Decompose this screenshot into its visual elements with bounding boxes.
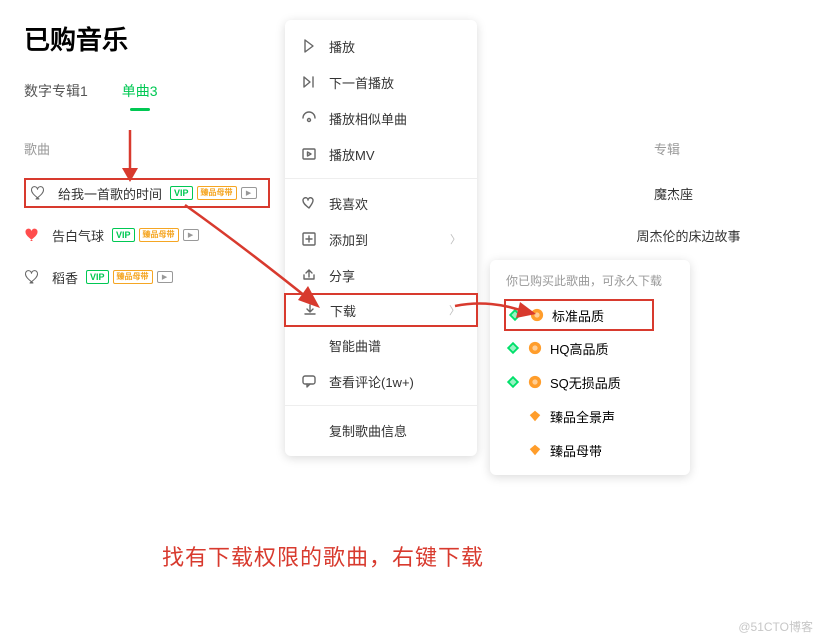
vip-badge: VIP (86, 270, 109, 284)
watermark: @51CTO博客 (738, 618, 813, 635)
tab-single[interactable]: 单曲3 (122, 81, 158, 109)
play-icon (301, 38, 317, 54)
ctx-play-similar[interactable]: 播放相似单曲 (285, 100, 477, 136)
annotation-text: 找有下载权限的歌曲，右键下载 (162, 540, 484, 572)
separator (285, 178, 477, 179)
download-submenu: 你已购买此歌曲，可永久下载 标准品质 HQ高品质 SQ无损品质 臻品全景声 臻品… (490, 260, 690, 475)
master-badge: 臻品母带 (197, 186, 237, 200)
ctx-label: 播放相似单曲 (329, 109, 407, 128)
separator (285, 405, 477, 406)
comment-icon (301, 373, 317, 389)
quality-label: SQ无损品质 (550, 373, 621, 392)
share-icon (301, 267, 317, 283)
green-diamond-icon (506, 375, 520, 389)
vip-badge: VIP (112, 228, 135, 242)
ctx-like[interactable]: 我喜欢 (285, 185, 477, 221)
col-album: 专辑 (654, 139, 799, 158)
submenu-title: 你已购买此歌曲，可永久下载 (490, 272, 690, 299)
orange-diamond-icon (528, 409, 542, 423)
quality-label: HQ高品质 (550, 339, 609, 358)
green-diamond-icon (506, 341, 520, 355)
quality-label: 标准品质 (552, 306, 604, 325)
ctx-label: 分享 (329, 266, 355, 285)
mv-icon[interactable]: ▶ (183, 229, 199, 241)
heart-outline-icon[interactable] (30, 184, 48, 202)
ctx-label: 智能曲谱 (329, 336, 381, 355)
context-menu: 播放 下一首播放 播放相似单曲 播放MV 我喜欢 添加到 〉 分享 下载 〉 智… (285, 20, 477, 456)
download-icon (302, 302, 318, 318)
radio-icon (301, 110, 317, 126)
song-title: 稻香 (52, 268, 78, 287)
ctx-label: 播放MV (329, 145, 375, 164)
mv-icon[interactable]: ▶ (157, 271, 173, 283)
ctx-label: 下载 (330, 301, 356, 320)
ctx-play[interactable]: 播放 (285, 28, 477, 64)
quality-label: 臻品全景声 (550, 407, 615, 426)
play-next-icon (301, 74, 317, 90)
album-name[interactable]: 魔杰座 (654, 184, 693, 203)
ctx-add-to[interactable]: 添加到 〉 (285, 221, 477, 257)
heart-outline-icon (301, 195, 317, 211)
mv-icon (301, 146, 317, 162)
ctx-label: 播放 (329, 37, 355, 56)
ctx-label: 添加到 (329, 230, 368, 249)
ctx-label: 下一首播放 (329, 73, 394, 92)
quality-master[interactable]: 臻品母带 (490, 433, 690, 467)
song-title: 给我一首歌的时间 (58, 184, 162, 203)
quality-standard[interactable]: 标准品质 (504, 299, 654, 331)
quality-hq[interactable]: HQ高品质 (490, 331, 690, 365)
quality-sq[interactable]: SQ无损品质 (490, 365, 690, 399)
ctx-smart-score[interactable]: 智能曲谱 (285, 327, 477, 363)
ctx-label: 复制歌曲信息 (329, 421, 407, 440)
orange-diamond-icon (528, 443, 542, 457)
master-badge: 臻品母带 (113, 270, 153, 284)
song-title: 告白气球 (52, 226, 104, 245)
orange-circle-icon (530, 308, 544, 322)
mv-icon[interactable]: ▶ (241, 187, 257, 199)
tab-digital-album[interactable]: 数字专辑1 (24, 81, 88, 109)
heart-filled-icon[interactable] (24, 226, 42, 244)
blank-icon (301, 337, 317, 353)
ctx-label: 查看评论(1w+) (329, 372, 414, 391)
quality-panorama[interactable]: 臻品全景声 (490, 399, 690, 433)
ctx-copy-info[interactable]: 复制歌曲信息 (285, 412, 477, 448)
green-diamond-icon (508, 308, 522, 322)
ctx-download[interactable]: 下载 〉 (284, 293, 478, 327)
master-badge: 臻品母带 (139, 228, 179, 242)
album-name[interactable]: 周杰伦的床边故事 (637, 226, 741, 245)
orange-circle-icon (528, 375, 542, 389)
ctx-play-next[interactable]: 下一首播放 (285, 64, 477, 100)
ctx-share[interactable]: 分享 (285, 257, 477, 293)
song-row-highlight: 给我一首歌的时间 VIP 臻品母带 ▶ (24, 178, 270, 208)
heart-outline-icon[interactable] (24, 268, 42, 286)
ctx-view-comments[interactable]: 查看评论(1w+) (285, 363, 477, 399)
blank-icon (301, 422, 317, 438)
ctx-label: 我喜欢 (329, 194, 368, 213)
orange-circle-icon (528, 341, 542, 355)
plus-box-icon (301, 231, 317, 247)
chevron-right-icon: 〉 (449, 302, 460, 318)
ctx-play-mv[interactable]: 播放MV (285, 136, 477, 172)
quality-label: 臻品母带 (550, 441, 602, 460)
vip-badge: VIP (170, 186, 193, 200)
chevron-right-icon: 〉 (450, 231, 461, 247)
